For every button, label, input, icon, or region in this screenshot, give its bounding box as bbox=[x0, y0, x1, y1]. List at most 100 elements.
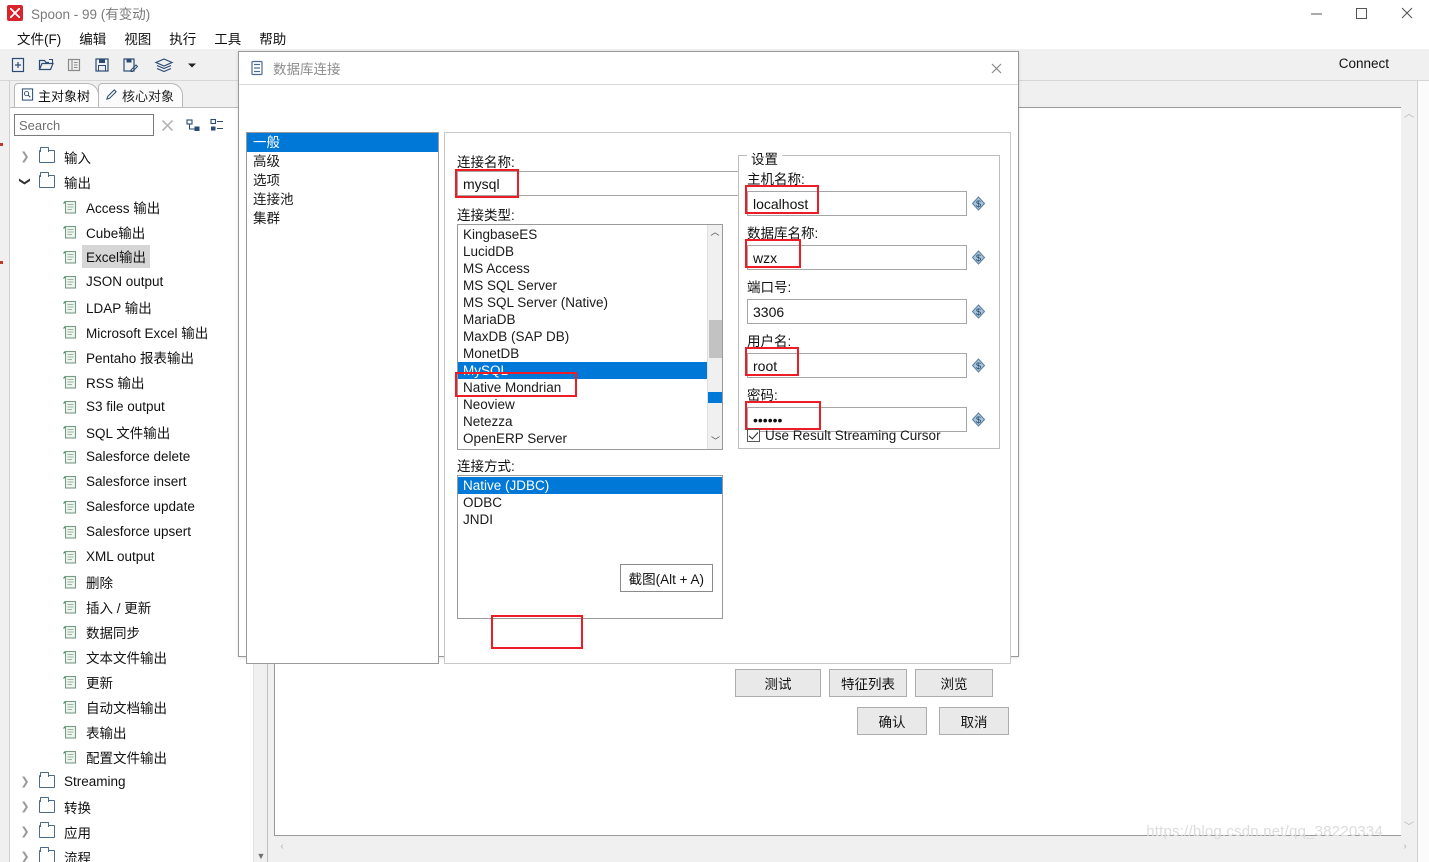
use-result-streaming-cursor-checkbox[interactable] bbox=[747, 429, 760, 442]
connection-type-list[interactable]: KingbaseES LucidDB MS Access MS SQL Server M… bbox=[457, 224, 723, 450]
tree-step-15[interactable]: Salesforce upsert bbox=[10, 519, 267, 544]
canvas-vertical-scrollbar[interactable]: ︿ ﹀ bbox=[1401, 107, 1417, 836]
nav-item-advanced[interactable]: 高级 bbox=[247, 152, 438, 171]
access-method-option-1[interactable]: ODBC bbox=[458, 494, 722, 511]
tree-step-9[interactable]: RSS 输出 bbox=[10, 369, 267, 394]
chevron-down-icon[interactable]: ❯ bbox=[19, 171, 32, 193]
tree-step-11[interactable]: SQL 文件输出 bbox=[10, 419, 267, 444]
tree-step-23[interactable]: 表输出 bbox=[10, 719, 267, 744]
use-result-streaming-cursor-row[interactable]: Use Result Streaming Cursor bbox=[747, 428, 941, 443]
ok-button[interactable]: 确认 bbox=[857, 707, 927, 735]
cancel-button[interactable]: 取消 bbox=[939, 707, 1009, 735]
screenshot-hint-button[interactable]: 截图(Alt + A) bbox=[619, 564, 713, 592]
connection-type-option-8[interactable]: MySQL bbox=[458, 362, 708, 379]
scroll-up-icon[interactable]: ︿ bbox=[1401, 107, 1417, 123]
canvas-horizontal-scrollbar[interactable]: ‹ › bbox=[274, 838, 1413, 854]
tree-step-21[interactable]: 更新 bbox=[10, 669, 267, 694]
tree-folder-25[interactable]: ❯ Streaming bbox=[10, 769, 267, 794]
scroll-down-icon[interactable]: ﹀ bbox=[708, 434, 722, 449]
connection-type-option-12[interactable]: OpenERP Server bbox=[458, 430, 722, 447]
tree-step-7[interactable]: Microsoft Excel 输出 bbox=[10, 319, 267, 344]
connection-type-option-10[interactable]: Neoview bbox=[458, 396, 722, 413]
tree-step-20[interactable]: 文本文件输出 bbox=[10, 644, 267, 669]
test-button[interactable]: 测试 bbox=[735, 669, 821, 697]
variable-diamond-icon[interactable]: $ bbox=[971, 412, 986, 427]
minimize-icon[interactable] bbox=[1294, 0, 1339, 26]
menu-item-help[interactable]: 帮助 bbox=[250, 26, 295, 50]
tree-folder-28[interactable]: ❯ 流程 bbox=[10, 844, 267, 862]
chevron-right-icon[interactable]: ❯ bbox=[14, 150, 36, 163]
chevron-right-icon[interactable]: ❯ bbox=[14, 850, 36, 862]
tree-folder-1[interactable]: ❯ 输出 bbox=[10, 169, 267, 194]
tree-step-14[interactable]: Salesforce update bbox=[10, 494, 267, 519]
variable-diamond-icon[interactable]: $ bbox=[971, 196, 986, 211]
open-file-icon[interactable] bbox=[33, 52, 59, 78]
tree-folder-27[interactable]: ❯ 应用 bbox=[10, 819, 267, 844]
layers-icon[interactable] bbox=[151, 52, 177, 78]
maximize-icon[interactable] bbox=[1339, 0, 1384, 26]
tree-step-24[interactable]: 配置文件输出 bbox=[10, 744, 267, 769]
save-as-icon[interactable] bbox=[117, 52, 143, 78]
nav-item-pooling[interactable]: 连接池 bbox=[247, 190, 438, 209]
save-icon[interactable] bbox=[89, 52, 115, 78]
scroll-down-icon[interactable]: ▼ bbox=[254, 849, 267, 862]
menu-item-view[interactable]: 视图 bbox=[115, 26, 160, 50]
connection-type-option-9[interactable]: Native Mondrian bbox=[458, 379, 722, 396]
username-input[interactable] bbox=[747, 353, 967, 378]
dropdown-arrow-icon[interactable] bbox=[179, 52, 205, 78]
connection-type-scrollbar[interactable]: ︿ ﹀ bbox=[707, 225, 722, 449]
hostname-input[interactable] bbox=[747, 191, 967, 216]
tree-step-16[interactable]: XML output bbox=[10, 544, 267, 569]
window-right-scrollbar[interactable] bbox=[1417, 81, 1429, 862]
scrollbar-thumb[interactable] bbox=[709, 320, 722, 358]
connection-type-option-4[interactable]: MS SQL Server (Native) bbox=[458, 294, 722, 311]
expand-all-icon[interactable] bbox=[182, 114, 204, 136]
variable-diamond-icon[interactable]: $ bbox=[971, 304, 986, 319]
tree-step-10[interactable]: S3 file output bbox=[10, 394, 267, 419]
chevron-right-icon[interactable]: ❯ bbox=[14, 825, 36, 838]
scroll-down-icon[interactable]: ﹀ bbox=[1401, 820, 1417, 836]
close-icon[interactable] bbox=[1384, 0, 1429, 26]
dialog-nav-list[interactable]: 一般 高级 选项 连接池 集群 bbox=[246, 132, 439, 664]
explorer-icon[interactable] bbox=[61, 52, 87, 78]
nav-item-general[interactable]: 一般 bbox=[247, 133, 438, 152]
connection-type-option-2[interactable]: MS Access bbox=[458, 260, 722, 277]
nav-item-options[interactable]: 选项 bbox=[247, 171, 438, 190]
access-method-option-2[interactable]: JNDI bbox=[458, 511, 722, 528]
tree-step-12[interactable]: Salesforce delete bbox=[10, 444, 267, 469]
nav-item-clustering[interactable]: 集群 bbox=[247, 209, 438, 228]
feature-list-button[interactable]: 特征列表 bbox=[829, 669, 907, 697]
variable-diamond-icon[interactable]: $ bbox=[971, 250, 986, 265]
menu-item-tools[interactable]: 工具 bbox=[205, 26, 250, 50]
connection-type-option-1[interactable]: LucidDB bbox=[458, 243, 722, 260]
tree-step-6[interactable]: LDAP 输出 bbox=[10, 294, 267, 319]
chevron-right-icon[interactable]: ❯ bbox=[14, 800, 36, 813]
connection-type-option-11[interactable]: Netezza bbox=[458, 413, 722, 430]
new-file-icon[interactable] bbox=[5, 52, 31, 78]
port-input[interactable] bbox=[747, 299, 967, 324]
tree-step-3[interactable]: Cube输出 bbox=[10, 219, 267, 244]
clear-icon[interactable] bbox=[154, 112, 180, 138]
tab-core-objects[interactable]: 核心对象 bbox=[98, 83, 184, 107]
tree-step-17[interactable]: 删除 bbox=[10, 569, 267, 594]
connection-type-option-6[interactable]: MaxDB (SAP DB) bbox=[458, 328, 722, 345]
scroll-left-icon[interactable]: ‹ bbox=[274, 841, 290, 852]
tree-folder-26[interactable]: ❯ 转换 bbox=[10, 794, 267, 819]
tree-step-22[interactable]: 自动文档输出 bbox=[10, 694, 267, 719]
collapse-all-icon[interactable] bbox=[206, 114, 228, 136]
menu-item-file[interactable]: 文件(F) bbox=[8, 26, 70, 50]
variable-diamond-icon[interactable]: $ bbox=[971, 358, 986, 373]
connection-type-option-7[interactable]: MonetDB bbox=[458, 345, 722, 362]
tab-main-object-tree[interactable]: 主对象树 bbox=[14, 83, 100, 107]
connect-label[interactable]: Connect bbox=[1339, 56, 1389, 71]
connection-type-option-3[interactable]: MS SQL Server bbox=[458, 277, 722, 294]
tree-step-13[interactable]: Salesforce insert bbox=[10, 469, 267, 494]
tree-step-2[interactable]: Access 输出 bbox=[10, 194, 267, 219]
close-icon[interactable] bbox=[974, 52, 1018, 85]
menu-item-edit[interactable]: 编辑 bbox=[70, 26, 115, 50]
scroll-up-icon[interactable]: ︿ bbox=[708, 225, 722, 240]
tree-step-8[interactable]: Pentaho 报表输出 bbox=[10, 344, 267, 369]
tree-step-4[interactable]: Excel输出 bbox=[10, 244, 267, 269]
search-input[interactable] bbox=[14, 114, 154, 136]
connection-type-option-5[interactable]: MariaDB bbox=[458, 311, 722, 328]
